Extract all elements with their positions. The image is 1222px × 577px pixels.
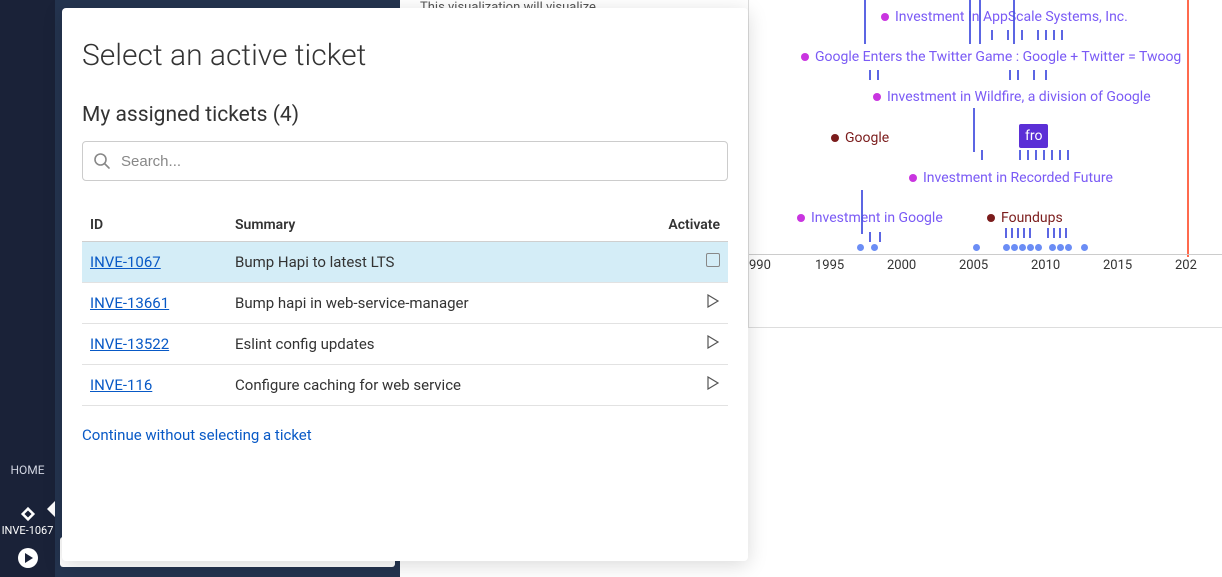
activate-play-icon[interactable] — [706, 294, 720, 308]
activate-play-icon[interactable] — [706, 376, 720, 390]
timeline-axis-label: 2000 — [887, 258, 916, 273]
ticket-table: ID Summary Activate INVE-1067 Bump Hapi … — [82, 209, 728, 406]
sidebar-active-ticket-label: INVE-1067 — [2, 524, 54, 537]
ticket-summary: Bump hapi in web-service-manager — [227, 283, 648, 324]
event-dot-icon — [909, 174, 917, 182]
column-summary: Summary — [227, 209, 648, 242]
timeline-event[interactable]: Investment In AppScale Systems, Inc. — [881, 9, 1128, 25]
timeline-axis-label: 202 — [1175, 258, 1197, 273]
ticket-row[interactable]: INVE-116 Configure caching for web servi… — [82, 365, 728, 406]
ticket-search[interactable] — [82, 141, 728, 181]
activate-checkbox[interactable] — [706, 253, 720, 267]
select-ticket-modal: Select an active ticket My assigned tick… — [62, 8, 748, 561]
ticket-id-link[interactable]: INVE-13661 — [90, 294, 169, 312]
timeline-range-block[interactable]: fro — [1019, 124, 1048, 148]
diamond-icon — [19, 505, 37, 523]
timeline-event[interactable]: Google Enters the Twitter Game : Google … — [801, 49, 1181, 65]
event-dot-icon — [801, 53, 809, 61]
event-dot-icon — [873, 93, 881, 101]
ticket-row[interactable]: INVE-1067 Bump Hapi to latest LTS — [82, 242, 728, 283]
column-activate: Activate — [648, 209, 728, 242]
activate-play-icon[interactable] — [706, 335, 720, 349]
ticket-id-link[interactable]: INVE-116 — [90, 376, 152, 394]
modal-subtitle: My assigned tickets (4) — [82, 103, 728, 127]
timeline-axis-label: 2005 — [959, 258, 988, 273]
timeline-axis-label: 2015 — [1103, 258, 1132, 273]
event-dot-icon — [831, 134, 839, 142]
search-icon — [93, 152, 111, 170]
modal-title: Select an active ticket — [82, 38, 728, 73]
play-circle-icon — [17, 547, 39, 569]
timeline-event[interactable]: Foundups — [987, 210, 1063, 226]
timeline-now-marker — [1187, 0, 1189, 257]
timeline-axis-label: 2010 — [1031, 258, 1060, 273]
ticket-summary: Eslint config updates — [227, 324, 648, 365]
timeline-axis-label: 1995 — [815, 258, 844, 273]
timeline-event[interactable]: Google — [831, 130, 889, 146]
timeline-chart: Investment In AppScale Systems, Inc. Goo… — [748, 0, 1222, 328]
event-dot-icon — [987, 214, 995, 222]
sidebar-play-button[interactable] — [0, 547, 55, 569]
ticket-id-link[interactable]: INVE-1067 — [90, 253, 161, 271]
ticket-summary: Bump Hapi to latest LTS — [227, 242, 648, 283]
timeline-event[interactable]: Investment in Recorded Future — [909, 170, 1113, 186]
event-dot-icon — [797, 214, 805, 222]
timeline-event[interactable]: Investment in Google — [797, 210, 943, 226]
ticket-row[interactable]: INVE-13522 Eslint config updates — [82, 324, 728, 365]
timeline-axis-label: 990 — [749, 258, 771, 273]
search-input[interactable] — [121, 153, 717, 170]
event-dot-icon — [881, 13, 889, 21]
ticket-row[interactable]: INVE-13661 Bump hapi in web-service-mana… — [82, 283, 728, 324]
ticket-id-link[interactable]: INVE-13522 — [90, 335, 169, 353]
app-sidebar: HOME INVE-1067 — [0, 0, 55, 577]
continue-without-ticket-link[interactable]: Continue without selecting a ticket — [82, 426, 312, 444]
sidebar-home[interactable]: HOME — [0, 463, 55, 477]
ticket-summary: Configure caching for web service — [227, 365, 648, 406]
timeline-event[interactable]: Investment in Wildfire, a division of Go… — [873, 89, 1151, 105]
sidebar-pointer-icon — [47, 501, 55, 517]
timeline-axis — [749, 254, 1222, 255]
column-id: ID — [82, 209, 227, 242]
